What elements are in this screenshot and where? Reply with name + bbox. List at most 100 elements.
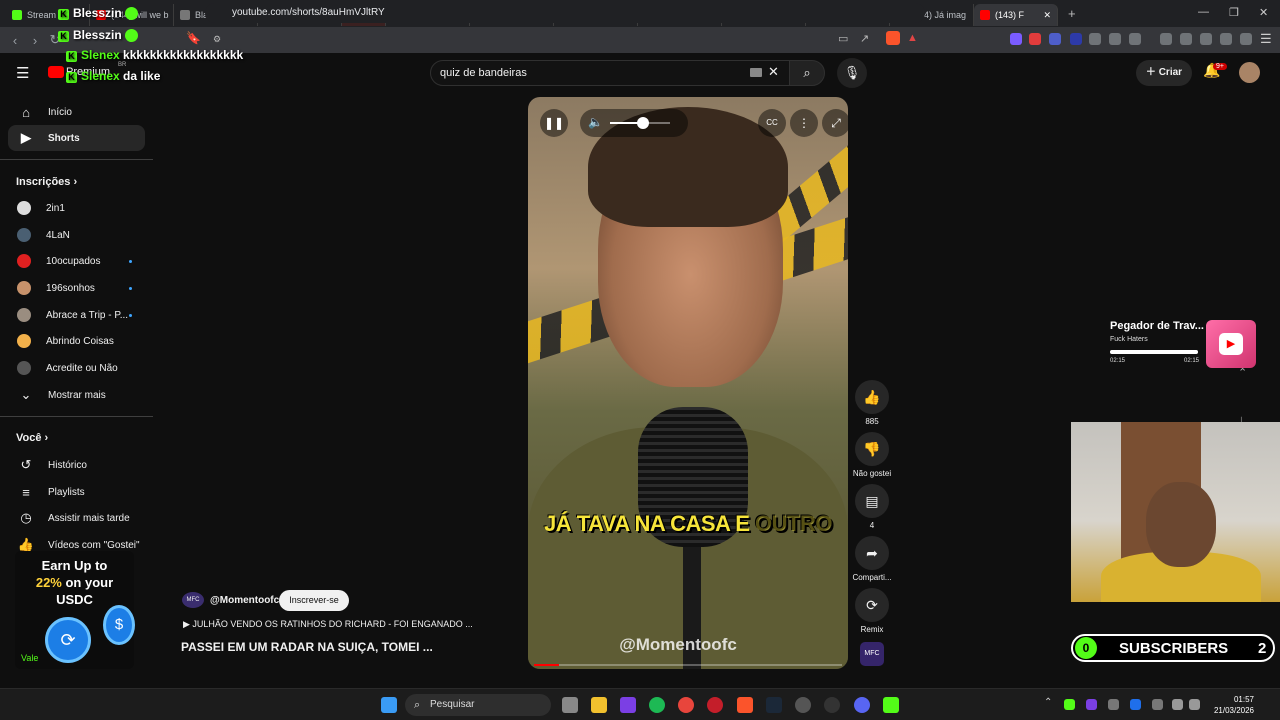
sidebar-item-label: Vídeos com "Gostei" xyxy=(48,539,140,551)
mic-tray-icon[interactable] xyxy=(1152,699,1163,710)
brave-shield-icon[interactable] xyxy=(886,31,900,45)
discord-icon[interactable] xyxy=(854,697,870,713)
cast-icon[interactable]: ▭ xyxy=(838,32,848,45)
captions-button[interactable]: CC xyxy=(758,109,786,137)
user-avatar[interactable] xyxy=(1239,62,1260,83)
voice-search-button[interactable]: 🎙 xyxy=(837,58,867,88)
network-icon[interactable] xyxy=(1172,699,1183,710)
tray-app-icon[interactable] xyxy=(1108,699,1119,710)
new-tab-button[interactable]: + xyxy=(1068,6,1076,21)
puzzle-icon[interactable] xyxy=(1109,33,1121,45)
pause-button[interactable]: ❚❚ xyxy=(540,109,568,137)
keyboard-icon[interactable] xyxy=(750,68,762,77)
sidebar-subscription[interactable]: 196sonhos xyxy=(8,275,145,301)
short-video-player[interactable]: ❚❚ 🔈 CC ⋮ ⤢ JÁ TAVA NA CASA E OUTRO @Mom… xyxy=(528,97,848,669)
share-page-icon[interactable]: ↗ xyxy=(860,32,869,45)
audio-thumbnail[interactable]: MFC xyxy=(860,642,884,666)
sidebar-item-inicio[interactable]: ⌂ Início xyxy=(8,99,145,125)
dislike-button[interactable]: 👎 Não gostei xyxy=(850,432,894,478)
site-info-icon[interactable]: ⚙ xyxy=(213,34,221,45)
close-window-icon[interactable]: ✕ xyxy=(1259,6,1268,19)
spotify-icon[interactable] xyxy=(649,697,665,713)
minimize-icon[interactable]: — xyxy=(1198,6,1209,18)
sidebar-item-playlists[interactable]: ≡ Playlists xyxy=(8,479,145,505)
file-explorer-icon[interactable] xyxy=(591,697,607,713)
url-field[interactable]: youtube.com/shorts/8auHmVJltRY xyxy=(205,3,925,23)
brave-rewards-icon[interactable]: ▲ xyxy=(907,32,918,44)
extension-icon[interactable] xyxy=(1129,33,1141,45)
leo-icon[interactable] xyxy=(1220,33,1232,45)
app-icon[interactable] xyxy=(795,697,811,713)
tray-app-icon[interactable] xyxy=(1086,699,1097,710)
sidebar-item-historico[interactable]: ↺ Histórico xyxy=(8,452,145,478)
menu-icon[interactable]: ☰ xyxy=(1260,31,1272,47)
pause-icon: ❚❚ xyxy=(543,116,565,130)
youtube-logo-icon[interactable] xyxy=(48,66,64,78)
kick-app-icon[interactable] xyxy=(883,697,899,713)
app-icon[interactable] xyxy=(620,697,636,713)
extension-icon[interactable] xyxy=(1029,33,1041,45)
volume-control[interactable]: 🔈 xyxy=(580,109,688,137)
scroll-up-icon[interactable]: ⌃ xyxy=(1238,366,1247,379)
volume-tray-icon[interactable] xyxy=(1189,699,1200,710)
sidebar-subscription[interactable]: 4LaN xyxy=(8,222,145,248)
taskbar-search[interactable]: ⌕ Pesquisar xyxy=(405,694,551,716)
vpn-icon[interactable] xyxy=(1240,33,1252,45)
create-button[interactable]: ＋ Criar xyxy=(1136,60,1192,86)
sidebar-subscription[interactable]: Acredite ou Não xyxy=(8,355,145,381)
back-icon[interactable]: ‹ xyxy=(5,33,25,48)
bluetooth-icon[interactable] xyxy=(1130,699,1141,710)
sidebar-item-show-more[interactable]: ⌄ Mostrar mais xyxy=(8,382,145,408)
windows-start-icon[interactable] xyxy=(381,697,397,713)
browser-tab[interactable]: (143) F ✕ xyxy=(974,4,1058,26)
like-button[interactable]: 👍 885 xyxy=(850,380,894,426)
extension-icon[interactable] xyxy=(1089,33,1101,45)
sidebar-subscription[interactable]: 2in1 xyxy=(8,195,145,221)
share-button[interactable]: ➦ Comparti... xyxy=(850,536,894,582)
tray-app-icon[interactable] xyxy=(1064,699,1075,710)
channel-avatar[interactable]: MFC xyxy=(182,592,204,608)
app-icon[interactable] xyxy=(824,697,840,713)
short-title[interactable]: PASSEI EM UM RADAR NA SUIÇA, TOMEI ... xyxy=(181,640,433,654)
maximize-icon[interactable]: ❐ xyxy=(1229,6,1239,19)
extension-icon[interactable] xyxy=(1070,33,1082,45)
hamburger-icon[interactable]: ☰ xyxy=(16,64,29,82)
tray-chevron-icon[interactable]: ⌃ xyxy=(1044,697,1052,708)
sidebar-subscription[interactable]: Abrindo Coisas xyxy=(8,328,145,354)
video-progress-bar[interactable] xyxy=(534,664,842,666)
fullscreen-button[interactable]: ⤢ xyxy=(822,109,848,137)
audio-link[interactable]: ▶ JULHÃO VENDO OS RATINHOS DO RICHARD - … xyxy=(183,619,473,630)
forward-icon[interactable]: › xyxy=(25,33,45,48)
promo-percent: 22% xyxy=(35,575,62,590)
channel-name[interactable]: @Momentoofc xyxy=(210,595,279,606)
opera-icon[interactable] xyxy=(707,697,723,713)
volume-knob[interactable] xyxy=(637,117,649,129)
system-clock[interactable]: 01:57 21/03/2026 xyxy=(1208,694,1254,716)
sidebar-item-watch-later[interactable]: ◷ Assistir mais tarde xyxy=(8,505,145,531)
remix-button[interactable]: ⟳ Remix xyxy=(850,588,894,634)
volume-icon[interactable]: 🔈 xyxy=(588,115,603,129)
extension-icon[interactable] xyxy=(1049,33,1061,45)
search-button[interactable]: ⌕ xyxy=(789,60,825,86)
extension-icon[interactable] xyxy=(1010,33,1022,45)
subscriptions-header[interactable]: Inscrições › xyxy=(16,176,77,188)
sidebar-subscription[interactable]: Abrace a Trip - P... xyxy=(8,302,145,328)
sidebar-item-shorts[interactable]: ▶ Shorts xyxy=(8,125,145,151)
steam-icon[interactable] xyxy=(766,697,782,713)
tab-label: Stream xyxy=(27,10,57,20)
comments-button[interactable]: ▤ 4 xyxy=(850,484,894,530)
subscribe-button[interactable]: Inscrever-se xyxy=(279,590,349,611)
chrome-icon[interactable] xyxy=(678,697,694,713)
sidebar-subscription[interactable]: 10ocupados xyxy=(8,248,145,274)
search-input[interactable]: quiz de bandeiras xyxy=(430,60,790,86)
task-view-icon[interactable] xyxy=(562,697,578,713)
brave-icon[interactable] xyxy=(737,697,753,713)
bookmark-icon[interactable]: 🔖 xyxy=(186,31,201,45)
close-tab-icon[interactable]: ✕ xyxy=(1043,10,1051,21)
sidebar-icon[interactable] xyxy=(1180,33,1192,45)
clear-search-icon[interactable]: ✕ xyxy=(768,64,779,80)
wallet-icon[interactable] xyxy=(1200,33,1212,45)
more-options-button[interactable]: ⋮ xyxy=(790,109,818,137)
media-icon[interactable] xyxy=(1160,33,1172,45)
you-header[interactable]: Você › xyxy=(16,432,48,444)
